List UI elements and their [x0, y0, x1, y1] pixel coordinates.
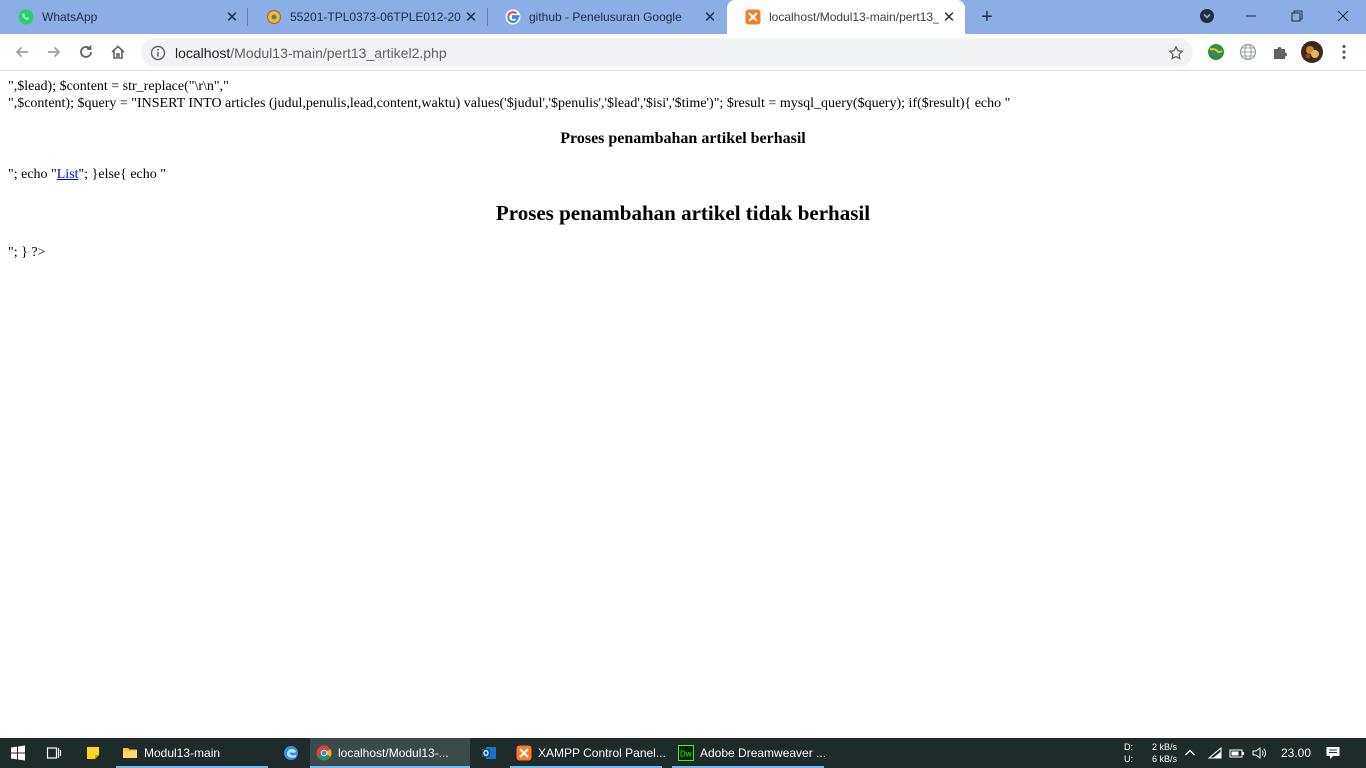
tab-title: 55201-TPL0373-06TPLE012-2020: [290, 10, 461, 24]
close-window-icon[interactable]: [1320, 0, 1366, 32]
list-link[interactable]: List: [57, 167, 79, 182]
raw-php-line-3: "; echo "List"; }else{ echo ": [8, 167, 166, 183]
translate-globe-icon[interactable]: [1237, 41, 1259, 63]
url-host: localhost: [175, 44, 231, 61]
windows-start-icon[interactable]: [0, 738, 36, 768]
battery-icon[interactable]: [1228, 738, 1246, 768]
close-tab-icon[interactable]: ✕: [222, 7, 242, 27]
edge-icon[interactable]: [276, 738, 306, 768]
outlook-icon[interactable]: [474, 738, 504, 768]
xampp-icon: [516, 745, 532, 761]
taskbar-app-label: localhost/Modul13-...: [338, 746, 449, 760]
svg-text:Dw: Dw: [680, 750, 692, 759]
clock[interactable]: 23.00: [1276, 738, 1316, 768]
address-bar[interactable]: localhost/Modul13-main/pert13_artikel2.p…: [141, 38, 1193, 67]
dreamweaver-icon: Dw: [678, 745, 694, 761]
reload-icon[interactable]: [72, 38, 100, 66]
sticky-notes-icon[interactable]: [78, 738, 108, 768]
tab-google-search[interactable]: github - Penelusuran Google ✕: [487, 0, 726, 34]
google-icon: [505, 9, 521, 25]
notification-center-icon[interactable]: [1322, 738, 1344, 768]
taskbar-app-chrome[interactable]: localhost/Modul13-...: [310, 738, 470, 768]
network-speed-meter: D: 2 kB/s U: 6 kB/s: [1124, 741, 1177, 765]
task-view-icon[interactable]: [38, 738, 70, 768]
taskbar-app-label: XAMPP Control Panel...: [538, 746, 666, 760]
chrome-menu-icon[interactable]: [1333, 41, 1355, 63]
tab-search-dropdown-icon[interactable]: [1184, 0, 1230, 32]
browser-tab-strip: WhatsApp ✕ 55201-TPL0373-06TPLE012-2020 …: [0, 0, 1366, 34]
page-content: ",$lead); $content = str_replace("\r\n",…: [0, 71, 1366, 738]
chrome-icon: [316, 745, 332, 761]
new-tab-plus-icon[interactable]: +: [975, 5, 999, 29]
xampp-icon: [745, 9, 761, 25]
upload-speed: 6 kB/s: [1152, 754, 1178, 764]
back-arrow-icon[interactable]: [8, 38, 36, 66]
taskbar-app-label: Modul13-main: [144, 746, 221, 760]
taskbar-app-label: Adobe Dreamweaver ...: [700, 746, 827, 760]
show-hidden-icons-chevron-icon[interactable]: [1181, 738, 1199, 768]
close-tab-icon[interactable]: ✕: [939, 7, 959, 27]
close-tab-icon[interactable]: ✕: [461, 7, 481, 27]
download-speed: 2 kB/s: [1152, 742, 1178, 752]
forward-arrow-icon[interactable]: [40, 38, 68, 66]
raw-php-line-2: ",$content); $query = "INSERT INTO artic…: [8, 96, 1011, 111]
address-url: localhost/Modul13-main/pert13_artikel2.p…: [175, 45, 447, 61]
profile-avatar[interactable]: [1301, 41, 1323, 63]
extensions-puzzle-icon[interactable]: [1269, 41, 1291, 63]
url-path: /Modul13-main/pert13_artikel2.php: [230, 44, 447, 61]
close-tab-icon[interactable]: ✕: [700, 7, 720, 27]
success-heading: Proses penambahan artikel berhasil: [560, 130, 806, 147]
wifi-icon[interactable]: [1206, 738, 1224, 768]
bookmark-star-icon[interactable]: [1167, 44, 1185, 62]
raw-php-text: "; echo ": [8, 167, 57, 182]
tab-elearning[interactable]: 55201-TPL0373-06TPLE012-2020 ✕: [248, 0, 487, 34]
browser-toolbar: localhost/Modul13-main/pert13_artikel2.p…: [0, 34, 1366, 71]
tab-whatsapp[interactable]: WhatsApp ✕: [0, 0, 248, 34]
windows-taskbar: Modul13-main localhost/Modul13-... XAMPP…: [0, 738, 1366, 768]
taskbar-app-dreamweaver[interactable]: Dw Adobe Dreamweaver ...: [672, 738, 827, 768]
folder-icon: [122, 745, 138, 761]
university-logo-icon: [266, 9, 282, 25]
raw-php-line-1: ",$lead); $content = str_replace("\r\n",…: [8, 79, 229, 94]
taskbar-app-explorer[interactable]: Modul13-main: [116, 738, 268, 768]
tab-title: github - Penelusuran Google: [529, 10, 682, 24]
whatsapp-icon: [18, 9, 34, 25]
site-info-icon[interactable]: [150, 45, 166, 61]
tab-title: WhatsApp: [42, 10, 98, 24]
taskbar-app-xampp[interactable]: XAMPP Control Panel...: [510, 738, 666, 768]
globe-extension-icon[interactable]: [1205, 41, 1227, 63]
raw-php-text: "; }else{ echo ": [78, 167, 166, 182]
tab-title: localhost/Modul13-main/pert13_: [769, 10, 939, 24]
minimize-window-icon[interactable]: [1228, 0, 1274, 32]
home-icon[interactable]: [104, 38, 132, 66]
volume-icon[interactable]: [1250, 738, 1268, 768]
tab-localhost-active[interactable]: localhost/Modul13-main/pert13_ ✕: [727, 0, 965, 34]
download-label: D:: [1124, 742, 1133, 752]
restore-window-icon[interactable]: [1274, 0, 1320, 32]
upload-label: U:: [1124, 754, 1133, 764]
raw-php-line-4: "; } ?>: [8, 245, 46, 260]
failure-heading: Proses penambahan artikel tidak berhasil: [495, 201, 871, 225]
